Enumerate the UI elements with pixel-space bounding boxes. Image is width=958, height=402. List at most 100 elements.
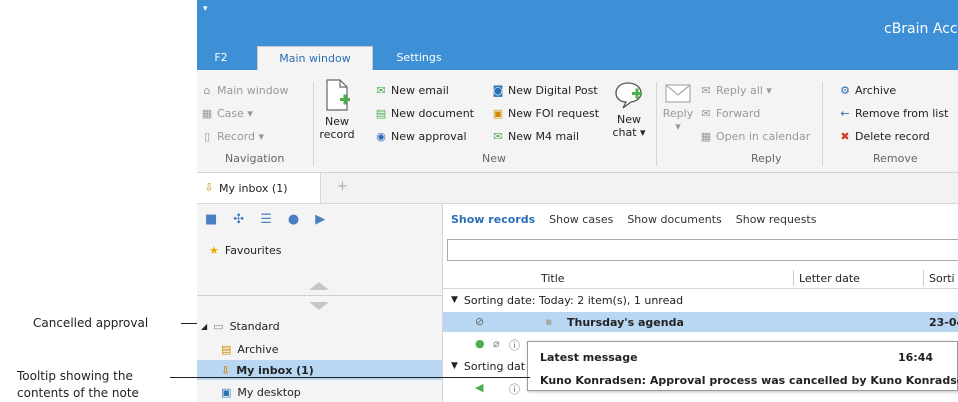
- new-foi-request-button[interactable]: ▣ New FOI request: [492, 107, 599, 120]
- group-header-today[interactable]: ▼ Sorting date: Today: 2 item(s), 1 unre…: [443, 290, 958, 310]
- document-tabs: ⇩ My inbox (1) +: [197, 173, 958, 204]
- tab-show-records[interactable]: Show records: [451, 213, 535, 226]
- scroll-up-icon[interactable]: [309, 282, 329, 290]
- new-digital-post-label: New Digital Post: [508, 84, 598, 97]
- open-in-calendar-button[interactable]: ▦ Open in calendar: [700, 130, 810, 143]
- group-label-reply: Reply: [751, 152, 782, 165]
- back-status-icon: ◀: [475, 381, 484, 394]
- callout-tooltip-line2: contents of the note: [17, 386, 139, 400]
- tab-f2[interactable]: F2: [207, 46, 235, 70]
- row-date: 23-04: [929, 316, 958, 329]
- favourites-item[interactable]: ★ Favourites: [209, 244, 282, 257]
- callout-line-tooltip: [170, 377, 530, 378]
- reply-button[interactable]: Reply ▾: [660, 82, 696, 133]
- group-label-remove: Remove: [873, 152, 918, 165]
- title-bar: ▾ cBrain Acc: [197, 0, 958, 46]
- approved-status-icon: ●: [475, 337, 485, 350]
- new-email-label: New email: [391, 84, 449, 97]
- attachment-icon: ⌀: [493, 337, 500, 350]
- workflow-icon[interactable]: ✣: [233, 212, 244, 227]
- column-sorting[interactable]: Sorti: [929, 272, 955, 285]
- forward-button[interactable]: ✉ Forward: [700, 107, 760, 120]
- cancelled-status-icon: ⊘: [475, 315, 485, 328]
- info-icon: ⓘ: [509, 339, 520, 352]
- tree-item-standard[interactable]: ◢ ▭ Standard: [197, 316, 442, 336]
- new-approval-label: New approval: [391, 130, 467, 143]
- ribbon-separator: [822, 82, 823, 166]
- new-digital-post-button[interactable]: ◙ New Digital Post: [492, 84, 598, 97]
- standard-folder-icon: ▭: [213, 319, 224, 333]
- tooltip-body: Kuno Konradsen: Approval process was can…: [540, 374, 958, 387]
- column-title[interactable]: Title: [541, 272, 565, 285]
- list-icon[interactable]: ☰: [260, 212, 272, 227]
- new-m4-mail-label: New M4 mail: [508, 130, 580, 143]
- people-icon[interactable]: ●: [288, 212, 299, 227]
- expand-icon[interactable]: ▼: [451, 361, 458, 371]
- pane-icon-bar: ■ ✣ ☰ ● ▶: [205, 212, 325, 227]
- inbox-icon: ⇩: [204, 181, 214, 194]
- desktop-icon: ▣: [221, 385, 232, 399]
- column-letter-date[interactable]: Letter date: [799, 272, 860, 285]
- chat-icon: [615, 82, 642, 109]
- add-tab-button[interactable]: +: [337, 179, 348, 194]
- archive-folder-icon: ▤: [221, 342, 232, 356]
- open-in-calendar-label: Open in calendar: [716, 130, 811, 143]
- tab-settings[interactable]: Settings: [387, 46, 451, 70]
- tab-main-window[interactable]: Main window: [257, 46, 373, 71]
- group-header-today-label: Sorting date: Today: 2 item(s), 1 unread: [463, 293, 684, 307]
- arrow-left-icon: ←: [840, 106, 850, 120]
- new-document-button[interactable]: ▤ New document: [375, 107, 474, 120]
- ribbon-separator: [313, 82, 314, 166]
- tab-show-documents[interactable]: Show documents: [627, 213, 721, 226]
- tooltip-header: Latest message: [540, 351, 638, 364]
- tab-my-inbox[interactable]: ⇩ My inbox (1): [197, 173, 321, 203]
- reply-all-button[interactable]: ✉ Reply all ▾: [700, 84, 771, 97]
- quick-access-dropdown-icon[interactable]: ▾: [203, 4, 208, 14]
- tab-show-requests[interactable]: Show requests: [736, 213, 817, 226]
- nav-main-window-button[interactable]: ⌂ Main window: [201, 84, 289, 97]
- reply-dropdown-arrow: ▾: [675, 120, 681, 133]
- new-email-button[interactable]: ✉ New email: [375, 83, 449, 97]
- info-icon: ⓘ: [509, 383, 520, 396]
- search-input[interactable]: [447, 239, 958, 261]
- nav-case-button[interactable]: ▦ Case ▾: [201, 107, 253, 120]
- forward-icon: ✉: [701, 106, 711, 120]
- new-record-label-1: New: [325, 115, 349, 128]
- tree-item-my-desktop[interactable]: ▣ My desktop: [197, 382, 442, 402]
- column-header: Title Letter date Sorti: [443, 268, 958, 289]
- collapse-icon[interactable]: ◢: [201, 322, 207, 331]
- tree-item-standard-label: Standard: [229, 319, 280, 333]
- expand-icon[interactable]: ▼: [451, 295, 458, 305]
- folder-icon[interactable]: ▶: [315, 212, 325, 227]
- delete-icon: ✖: [840, 129, 850, 143]
- reply-label: Reply: [662, 107, 694, 120]
- ribbon-tabs: F2 Main window Settings: [197, 46, 958, 71]
- nav-case-label: Case ▾: [217, 107, 253, 120]
- foi-request-icon: ▣: [492, 106, 504, 120]
- new-m4-mail-button[interactable]: ✉ New M4 mail: [492, 130, 579, 143]
- new-record-button[interactable]: New record: [317, 78, 357, 141]
- scroll-down-icon[interactable]: [309, 302, 329, 310]
- new-record-icon: [326, 79, 350, 111]
- ribbon-separator: [656, 82, 657, 166]
- note-icon: ▪: [545, 315, 553, 328]
- new-email-icon: ✉: [376, 83, 386, 97]
- calendar-icon: ▦: [700, 129, 712, 143]
- archive-label: Archive: [855, 84, 897, 97]
- delete-record-button[interactable]: ✖ Delete record: [839, 129, 929, 143]
- tab-show-cases[interactable]: Show cases: [549, 213, 613, 226]
- remove-from-list-button[interactable]: ← Remove from list: [839, 107, 948, 120]
- table-row[interactable]: ⊘ ▪ Thursday's agenda 23-04: [443, 312, 958, 332]
- record-icon: ▯: [203, 129, 211, 143]
- tree-item-archive[interactable]: ▤ Archive: [197, 339, 442, 359]
- nav-record-button[interactable]: ▯ Record ▾: [201, 130, 264, 143]
- note-tooltip: Latest message 16:44 Kuno Konradsen: App…: [527, 341, 958, 391]
- row-title: Thursday's agenda: [567, 316, 684, 329]
- new-chat-button[interactable]: New chat ▾: [609, 80, 649, 139]
- archive-button[interactable]: ⚙ Archive: [839, 84, 896, 97]
- new-approval-icon: ◉: [376, 129, 386, 143]
- new-approval-button[interactable]: ◉ New approval: [375, 129, 467, 143]
- tree-item-archive-label: Archive: [237, 342, 279, 356]
- tree-item-my-desktop-label: My desktop: [237, 385, 301, 399]
- records-icon[interactable]: ■: [205, 212, 217, 227]
